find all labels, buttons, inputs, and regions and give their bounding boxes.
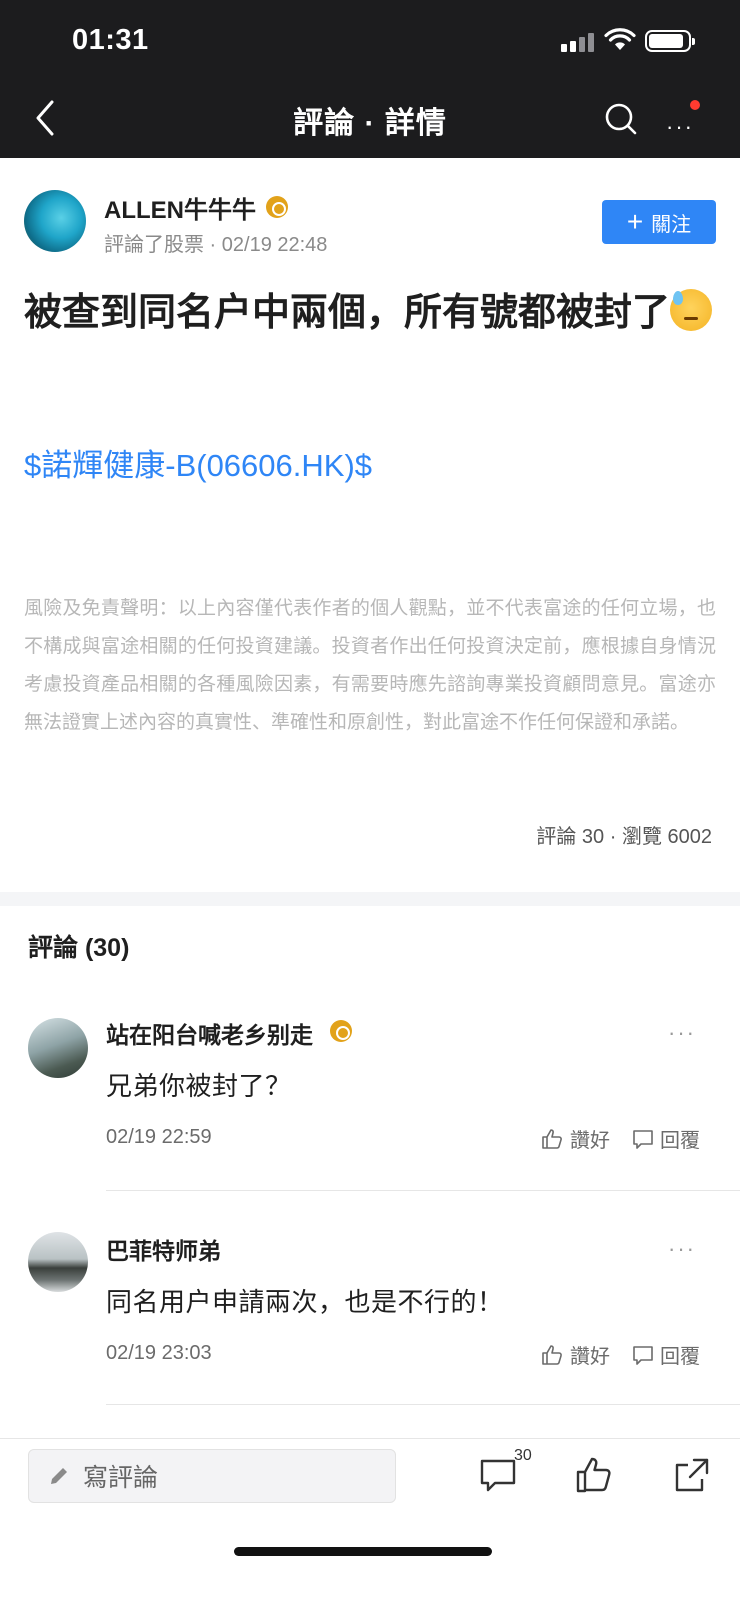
thumbs-up-icon[interactable] bbox=[574, 1455, 614, 1495]
comment-text: 同名用户申請兩次，也是不行的！ bbox=[106, 1287, 504, 1317]
stock-link[interactable]: $諾輝健康-B(06606.HK)$ bbox=[24, 440, 372, 485]
thumbs-up-icon bbox=[542, 1128, 562, 1149]
author-name[interactable]: ALLEN牛牛牛 bbox=[104, 190, 256, 225]
like-label: 讚好 bbox=[570, 1346, 610, 1368]
more-options-button[interactable]: ··· bbox=[662, 100, 702, 139]
verified-badge-icon bbox=[330, 1020, 352, 1042]
commenter-avatar[interactable] bbox=[28, 1232, 88, 1292]
verified-badge-icon bbox=[266, 196, 288, 218]
comment-separator bbox=[106, 1190, 740, 1191]
status-time: 01:31 bbox=[72, 24, 149, 56]
follow-label: 關注 bbox=[651, 213, 692, 236]
notification-dot bbox=[690, 100, 700, 110]
comment-time: 02/19 22:59 bbox=[106, 1126, 212, 1148]
commenter-name[interactable]: 巴菲特师弟 bbox=[106, 1232, 221, 1266]
top-bar: 01:31 評論 · 詳情 ··· bbox=[0, 0, 740, 158]
bottom-action-bar: 寫評論 30 bbox=[0, 1438, 740, 1600]
wifi-icon bbox=[604, 28, 636, 50]
like-label: 讚好 bbox=[570, 1130, 610, 1152]
post-stats: 評論 30 · 瀏覽 6002 bbox=[536, 826, 712, 848]
reply-button[interactable]: 回覆 bbox=[632, 1124, 700, 1153]
comment-count: 30 bbox=[514, 1447, 532, 1464]
sad-sweat-emoji-icon bbox=[670, 289, 713, 331]
commenter-name[interactable]: 站在阳台喊老乡别走 bbox=[106, 1016, 313, 1050]
search-icon[interactable] bbox=[604, 102, 638, 136]
commenter-avatar[interactable] bbox=[28, 1018, 88, 1078]
post-title: 被查到同名户中兩個，所有號都被封了 bbox=[24, 280, 714, 346]
reply-bubble-icon bbox=[633, 1129, 653, 1149]
plus-icon: + bbox=[626, 206, 644, 237]
more-dots-icon: ··· bbox=[666, 114, 694, 139]
reply-label: 回覆 bbox=[660, 1346, 700, 1368]
comment-more-icon[interactable]: ··· bbox=[668, 1238, 704, 1260]
like-button[interactable]: 讚好 bbox=[540, 1340, 610, 1369]
write-comment-input[interactable]: 寫評論 bbox=[28, 1449, 396, 1503]
section-divider bbox=[0, 892, 740, 906]
author-avatar[interactable] bbox=[24, 190, 86, 252]
post-title-text: 被查到同名户中兩個，所有號都被封了 bbox=[24, 292, 671, 334]
battery-icon bbox=[645, 30, 695, 52]
risk-disclaimer: 風險及免責聲明：以上內容僅代表作者的個人觀點，並不代表富途的任何立場，也不構成與… bbox=[24, 598, 716, 733]
share-icon[interactable] bbox=[672, 1455, 712, 1495]
pencil-icon bbox=[51, 1468, 67, 1484]
like-button[interactable]: 讚好 bbox=[540, 1124, 610, 1153]
comment-time: 02/19 23:03 bbox=[106, 1342, 212, 1364]
home-indicator bbox=[234, 1547, 492, 1556]
thumbs-up-icon bbox=[542, 1344, 562, 1365]
post-meta: 評論了股票 · 02/19 22:48 bbox=[104, 234, 328, 256]
reply-label: 回覆 bbox=[660, 1130, 700, 1152]
reply-button[interactable]: 回覆 bbox=[632, 1340, 700, 1369]
cellular-signal-icon bbox=[561, 32, 595, 52]
comment-icon[interactable] bbox=[478, 1455, 518, 1495]
comment-more-icon[interactable]: ··· bbox=[668, 1022, 704, 1044]
write-comment-placeholder: 寫評論 bbox=[83, 1464, 159, 1492]
comment-text: 兄弟你被封了？ bbox=[106, 1071, 292, 1101]
reply-bubble-icon bbox=[633, 1345, 653, 1365]
follow-button[interactable]: + 關注 bbox=[602, 200, 716, 244]
comments-header: 評論 (30) bbox=[28, 934, 130, 962]
comment-separator bbox=[106, 1404, 740, 1405]
